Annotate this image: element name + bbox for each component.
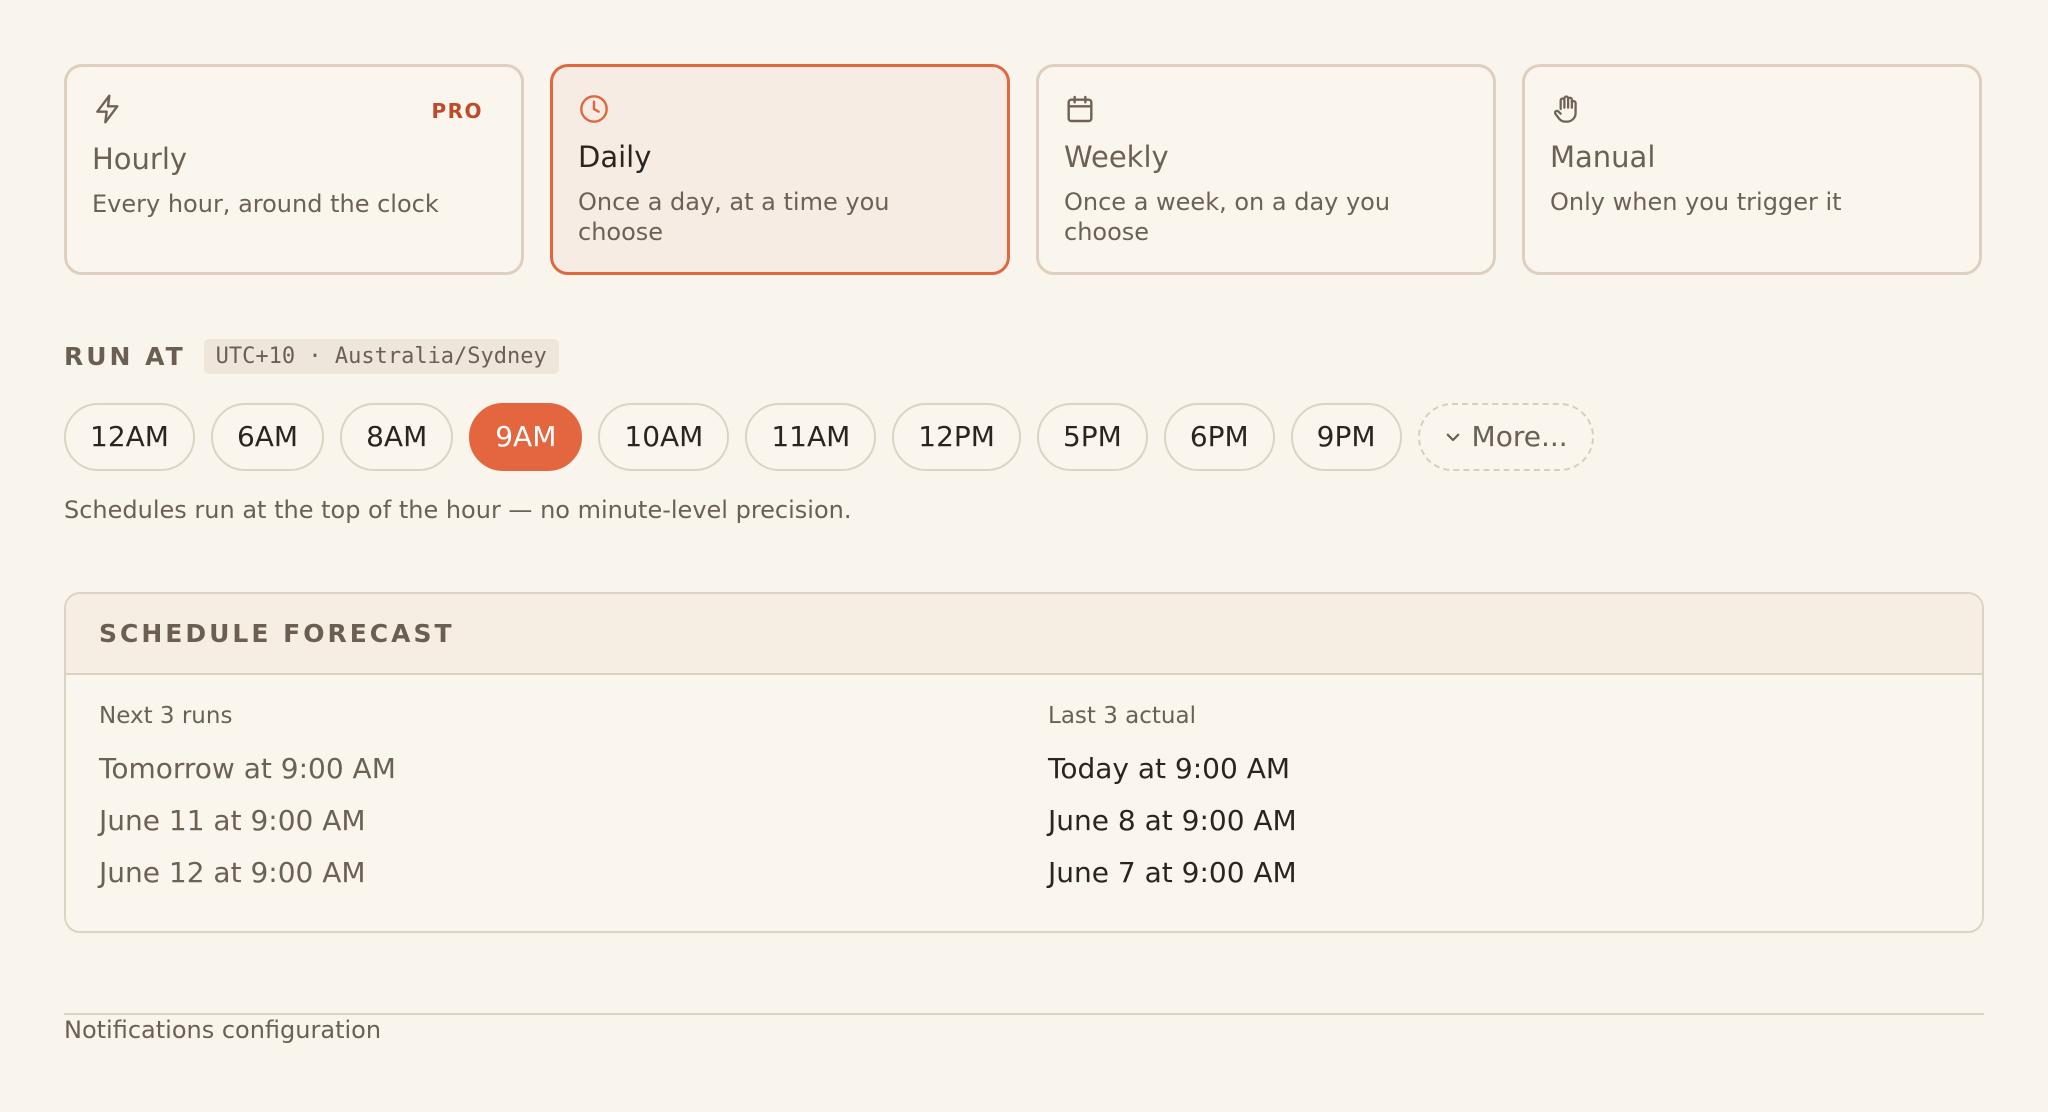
schedule-forecast-panel: SCHEDULE FORECAST Next 3 runs Tomorrow a… — [64, 592, 1984, 933]
time-chip-9pm[interactable]: 9PM — [1290, 403, 1402, 471]
last-runs-list: Today at 9:00 AM June 8 at 9:00 AM June … — [1048, 743, 1297, 899]
frequency-options: PRO Hourly Every hour, around the clock … — [64, 64, 1984, 275]
next-runs-column: Next 3 runs Tomorrow at 9:00 AM June 11 … — [99, 701, 396, 899]
list-item: June 7 at 9:00 AM — [1048, 856, 1297, 889]
frequency-card-title: Hourly — [92, 142, 188, 176]
forecast-title: SCHEDULE FORECAST — [66, 594, 1982, 675]
list-item: June 11 at 9:00 AM — [99, 804, 366, 837]
frequency-card-daily[interactable]: Daily Once a day, at a time you choose — [550, 64, 1010, 275]
schedule-settings: PRO Hourly Every hour, around the clock … — [0, 0, 2048, 1112]
frequency-card-title: Weekly — [1064, 140, 1169, 174]
pro-badge: PRO — [431, 99, 483, 123]
time-chip-11am[interactable]: 11AM — [745, 403, 877, 471]
time-chip-6pm[interactable]: 6PM — [1163, 403, 1275, 471]
time-chip-6am[interactable]: 6AM — [210, 403, 325, 471]
frequency-card-description: Once a day, at a time you choose — [578, 188, 890, 246]
more-times-label: More... — [1471, 420, 1568, 453]
list-item: June 8 at 9:00 AM — [1048, 804, 1297, 837]
frequency-card-manual[interactable]: Manual Only when you trigger it — [1522, 64, 1982, 275]
list-item: Tomorrow at 9:00 AM — [99, 752, 396, 785]
clock-icon — [578, 93, 610, 125]
time-options: 12AM 6AM 8AM 9AM 10AM 11AM 12PM 5PM 6PM … — [64, 403, 1594, 471]
last-runs-column: Last 3 actual Today at 9:00 AM June 8 at… — [1048, 701, 1297, 899]
run-at-header: RUN AT UTC+10 · Australia/Sydney — [64, 339, 559, 374]
time-chip-5pm[interactable]: 5PM — [1036, 403, 1148, 471]
time-chip-12pm[interactable]: 12PM — [892, 403, 1021, 471]
lightning-icon — [92, 93, 124, 125]
chevron-down-icon — [1444, 428, 1462, 446]
last-runs-title: Last 3 actual — [1048, 703, 1196, 729]
frequency-card-description: Only when you trigger it — [1550, 188, 1842, 216]
more-times-button[interactable]: More... — [1417, 403, 1594, 471]
precision-hint: Schedules run at the top of the hour — n… — [64, 496, 852, 524]
notifications-configuration-link[interactable]: Notifications configuration — [64, 1016, 381, 1044]
section-divider — [64, 1013, 1984, 1015]
next-runs-title: Next 3 runs — [99, 703, 233, 729]
time-chip-10am[interactable]: 10AM — [598, 403, 730, 471]
time-chip-8am[interactable]: 8AM — [340, 403, 454, 471]
list-item: Today at 9:00 AM — [1048, 752, 1291, 785]
frequency-card-description: Once a week, on a day you choose — [1064, 188, 1391, 246]
frequency-card-title: Daily — [578, 140, 652, 174]
list-item: June 12 at 9:00 AM — [99, 856, 366, 889]
frequency-card-hourly[interactable]: PRO Hourly Every hour, around the clock — [64, 64, 524, 275]
time-chip-9am[interactable]: 9AM — [469, 403, 583, 471]
frequency-card-title: Manual — [1550, 140, 1656, 174]
next-runs-list: Tomorrow at 9:00 AM June 11 at 9:00 AM J… — [99, 743, 396, 899]
run-at-label: RUN AT — [64, 342, 186, 371]
frequency-card-description: Every hour, around the clock — [92, 190, 439, 218]
calendar-icon — [1064, 93, 1096, 125]
frequency-card-weekly[interactable]: Weekly Once a week, on a day you choose — [1036, 64, 1496, 275]
hand-icon — [1550, 93, 1582, 125]
time-chip-12am[interactable]: 12AM — [64, 403, 195, 471]
timezone-badge: UTC+10 · Australia/Sydney — [203, 339, 559, 374]
